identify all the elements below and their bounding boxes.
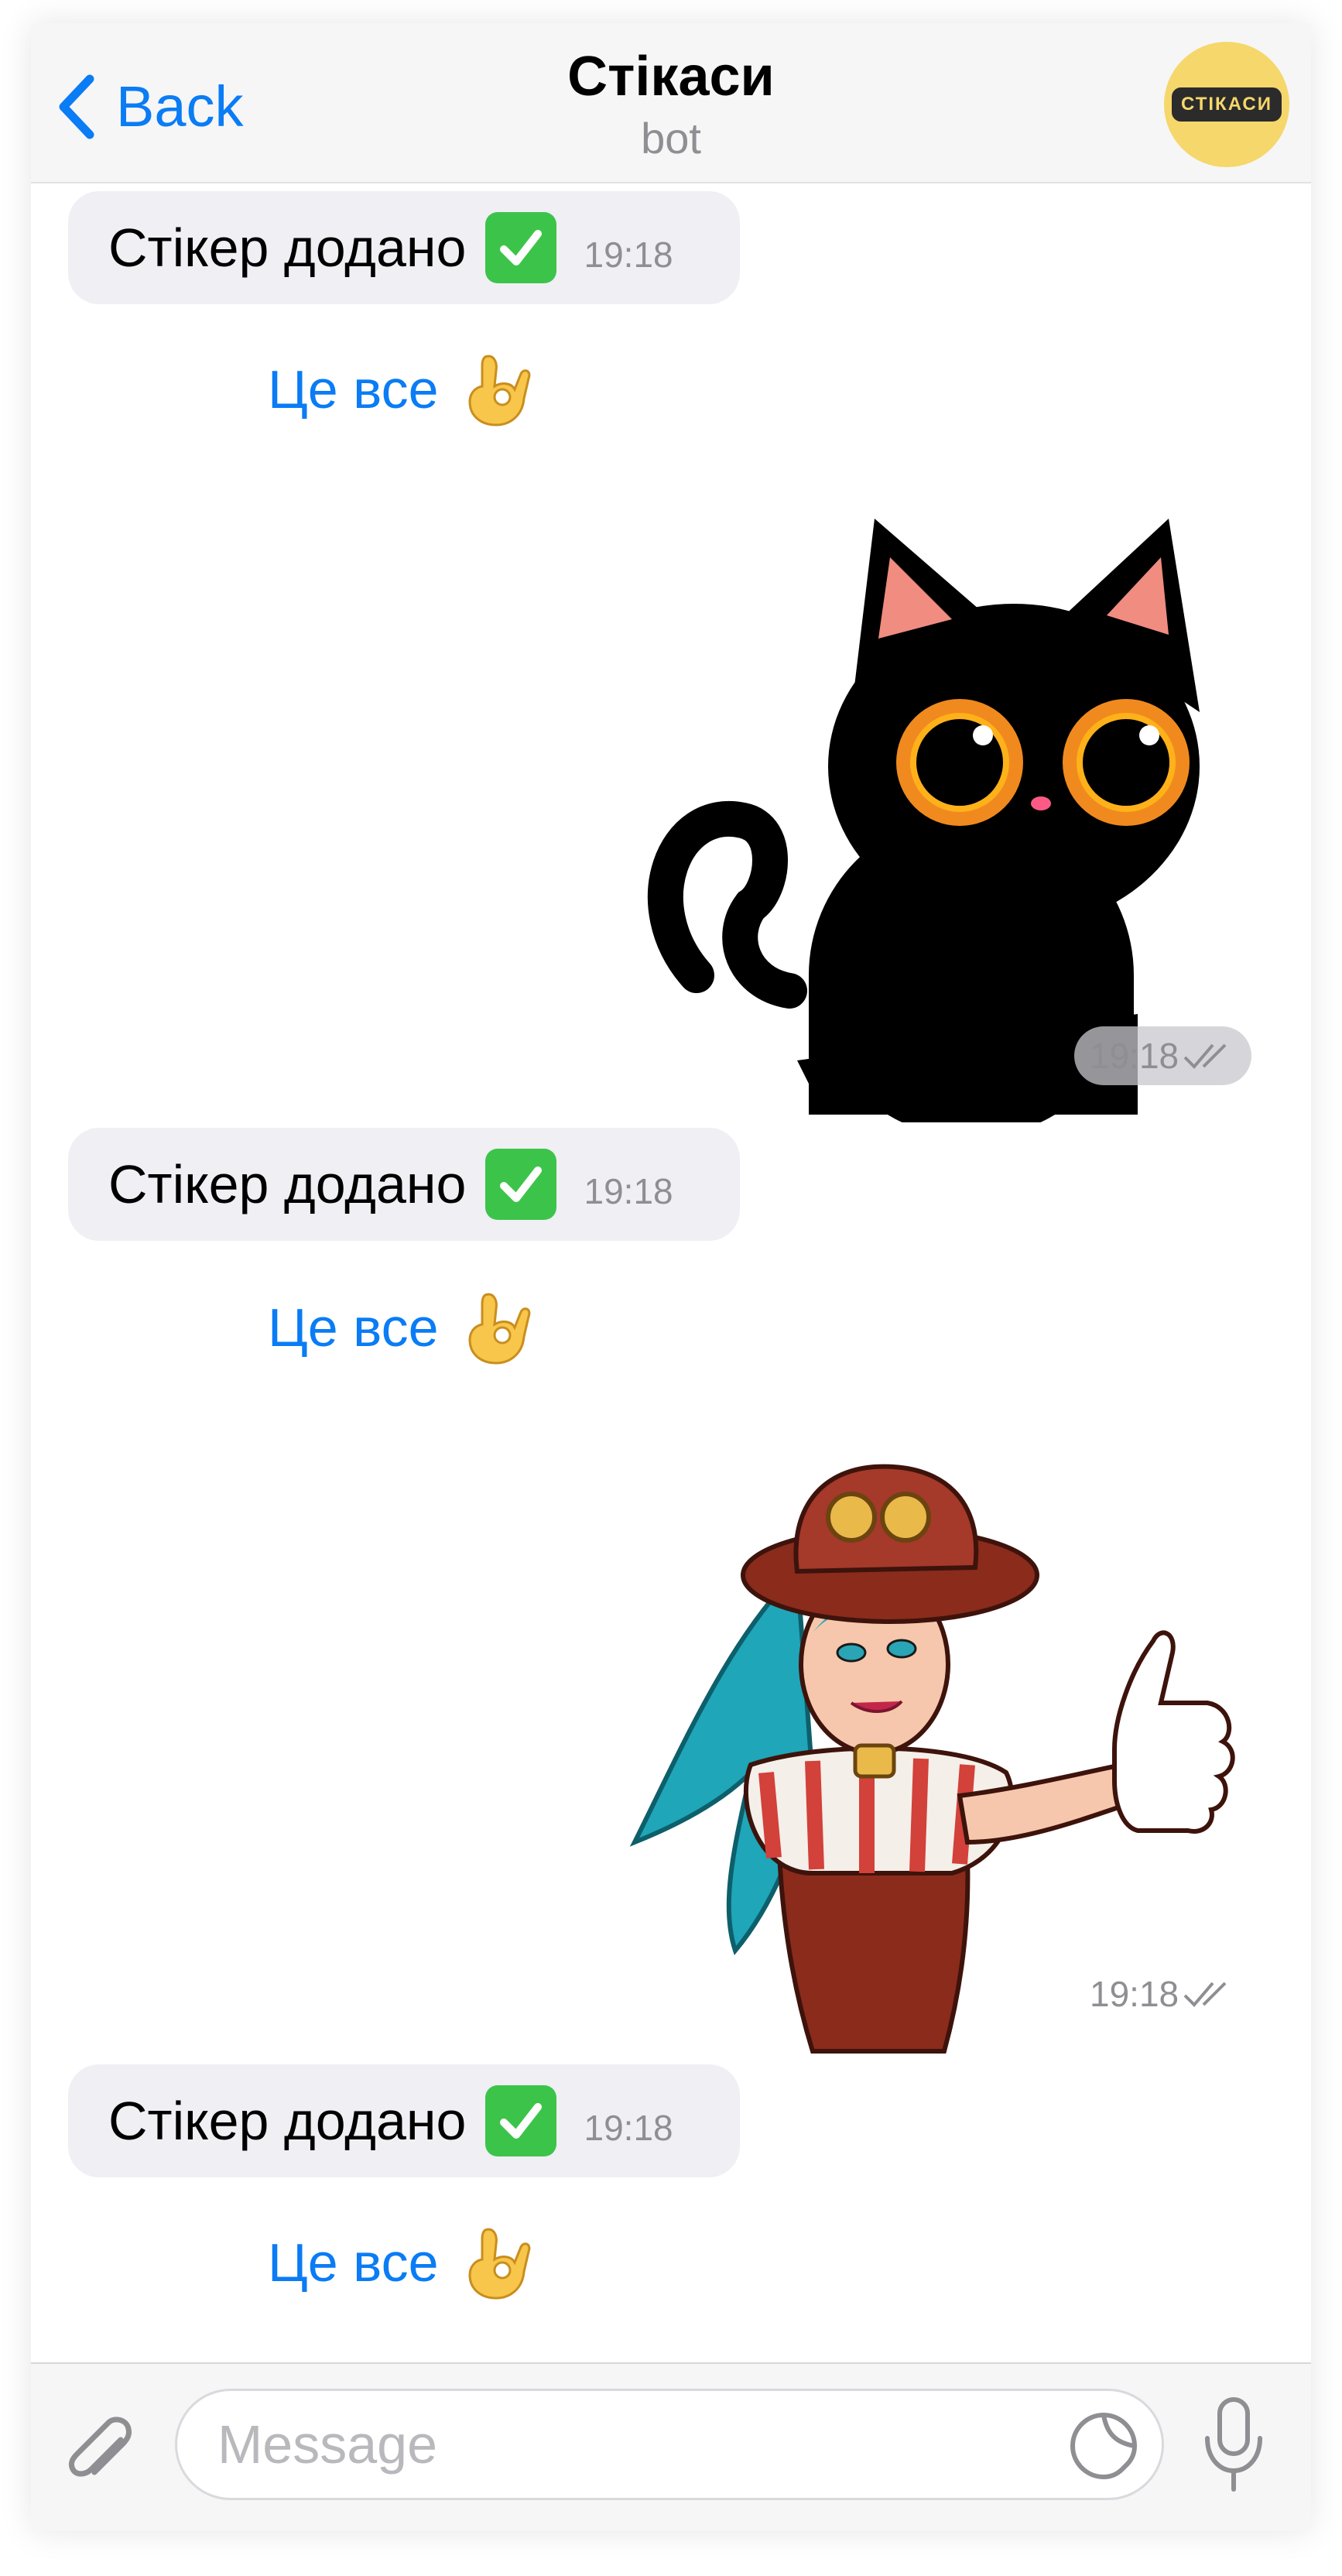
black-cat-sticker[interactable] xyxy=(627,472,1277,1122)
double-check-icon xyxy=(1183,1043,1227,1069)
chat-title-block[interactable]: Стікаси bot xyxy=(361,46,981,164)
microphone-icon[interactable] xyxy=(1201,2395,1266,2496)
message-time: 19:18 xyxy=(584,1171,673,1211)
quick-reply-button[interactable]: Це все xyxy=(268,2220,532,2305)
message-time: 19:18 xyxy=(1090,1974,1179,2014)
sticker-meta: 19:18 xyxy=(1074,1026,1252,1085)
chat-header: Back Стікаси bot СТІКАСИ xyxy=(31,23,1311,183)
quick-reply-button[interactable]: Це все xyxy=(268,347,532,432)
message-time: 19:18 xyxy=(584,235,673,275)
message-text: Стікер додано xyxy=(108,2091,467,2151)
chat-screen: Back Стікаси bot СТІКАСИ Стікер додано 1… xyxy=(31,23,1311,2531)
sticker-meta: 19:18 xyxy=(1074,1965,1251,2023)
double-check-icon xyxy=(1183,1982,1227,2007)
back-button[interactable]: Back xyxy=(54,68,244,146)
sticker-icon[interactable] xyxy=(1068,2410,1139,2482)
bot-avatar[interactable]: СТІКАСИ xyxy=(1164,42,1289,167)
check-mark-button-icon xyxy=(484,212,556,283)
message-text: Стікер додано xyxy=(108,218,467,278)
chevron-left-icon xyxy=(59,74,94,139)
bot-message: Стікер додано 19:18 xyxy=(68,2064,740,2177)
bot-message: Стікер додано 19:18 xyxy=(68,1128,740,1241)
message-text: Стікер додано xyxy=(108,1154,467,1214)
message-input[interactable] xyxy=(175,2389,1164,2500)
message-time: 19:18 xyxy=(584,2108,673,2148)
quick-reply-button[interactable]: Це все xyxy=(268,1285,532,1370)
ok-hand-icon xyxy=(467,355,530,426)
back-label: Back xyxy=(116,74,244,139)
message-composer xyxy=(31,2362,1311,2531)
quick-reply-label: Це все xyxy=(268,2232,439,2293)
ok-hand-icon xyxy=(467,2228,530,2300)
quick-reply-label: Це все xyxy=(268,359,439,420)
check-mark-button-icon xyxy=(484,1149,556,1220)
paperclip-icon[interactable] xyxy=(62,2410,139,2488)
check-mark-button-icon xyxy=(484,2085,556,2156)
chat-title: Стікаси xyxy=(567,46,775,108)
avatar-logo-text: СТІКАСИ xyxy=(1171,87,1282,122)
ok-hand-icon xyxy=(467,1293,530,1365)
quick-reply-label: Це все xyxy=(268,1297,439,1358)
message-time: 19:18 xyxy=(1090,1036,1179,1076)
bot-message: Стікер додано 19:18 xyxy=(68,191,740,304)
chat-subtitle: bot xyxy=(641,114,701,163)
